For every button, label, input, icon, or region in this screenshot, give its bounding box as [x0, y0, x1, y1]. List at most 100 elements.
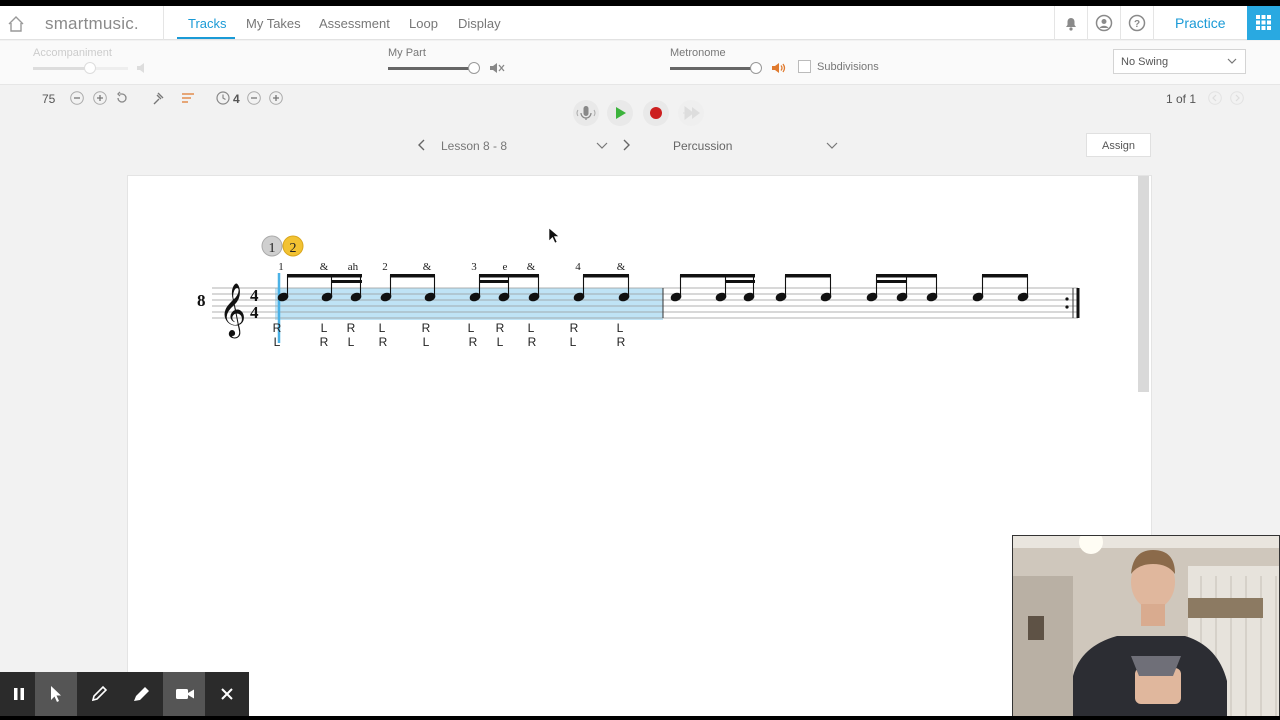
my-part-level	[388, 67, 474, 70]
sticking-label: R	[273, 321, 282, 335]
sticking-label: L	[570, 335, 577, 349]
clock-icon[interactable]	[216, 91, 230, 105]
accompaniment-knob[interactable]	[84, 62, 96, 74]
note-display-icon[interactable]	[181, 91, 195, 105]
highlighter-tool-button[interactable]	[120, 672, 162, 716]
sticking-label: R	[320, 335, 329, 349]
previous-lesson-icon[interactable]	[416, 139, 428, 151]
next-page-icon[interactable]	[1230, 91, 1244, 105]
sticking-label: L	[348, 335, 355, 349]
home-icon[interactable]	[7, 15, 25, 33]
sticking-label: L	[497, 335, 504, 349]
mixer-bar: Accompaniment My Part Metronome Subdivis…	[0, 41, 1280, 85]
pen-tool-button[interactable]	[78, 672, 120, 716]
sticking-label: R	[469, 335, 478, 349]
tempo-decrease-icon[interactable]	[70, 91, 84, 105]
my-part-label: My Part	[388, 47, 426, 59]
sticking-label: L	[528, 321, 535, 335]
tuner-fork-icon[interactable]	[151, 91, 165, 105]
count-label: &	[617, 261, 626, 273]
count-label: 4	[575, 261, 581, 273]
apps-grid-button[interactable]	[1247, 6, 1280, 40]
accompaniment-mute-icon[interactable]	[136, 61, 150, 75]
bottom-border	[0, 716, 1280, 720]
help-icon[interactable]: ?	[1128, 14, 1146, 32]
swing-select[interactable]: No Swing	[1113, 49, 1246, 74]
app-logo[interactable]: smartmusic.	[45, 14, 139, 34]
count-label: 3	[471, 261, 477, 273]
active-tab-indicator	[177, 37, 235, 39]
microphone-icon[interactable]	[571, 99, 601, 127]
camera-button[interactable]	[163, 672, 205, 716]
close-recording-button[interactable]	[206, 672, 248, 716]
sticking-label: L	[379, 321, 386, 335]
lesson-select[interactable]: Lesson 8 - 8	[437, 136, 609, 154]
sticking-label: L	[274, 335, 281, 349]
swing-select-value: No Swing	[1121, 56, 1169, 68]
app-frame: smartmusic. Tracks My Takes Assessment L…	[0, 0, 1280, 720]
marker-1-label: 1	[269, 241, 276, 256]
page-indicator: 1 of 1	[1166, 92, 1197, 106]
my-part-mute-icon[interactable]	[489, 61, 505, 75]
metronome-label: Metronome	[670, 47, 726, 59]
tab-assessment[interactable]: Assessment	[319, 16, 390, 31]
previous-page-icon[interactable]	[1208, 91, 1222, 105]
count-in-increase-icon[interactable]	[269, 91, 283, 105]
instrument-select[interactable]: Percussion	[668, 136, 841, 154]
marker-2-label: 2	[290, 241, 297, 256]
accompaniment-slider[interactable]	[33, 62, 128, 74]
divider	[1087, 6, 1088, 40]
subdivisions-checkbox[interactable]	[798, 60, 811, 73]
reset-tempo-icon[interactable]	[115, 91, 129, 105]
close-icon	[221, 688, 233, 700]
tab-my-takes[interactable]: My Takes	[246, 16, 301, 31]
lesson-title: Lesson 8 - 8	[441, 139, 508, 153]
recording-controls	[0, 672, 249, 716]
tab-display[interactable]: Display	[458, 16, 501, 31]
play-icon[interactable]	[605, 99, 635, 127]
tempo-increase-icon[interactable]	[93, 91, 107, 105]
bell-icon[interactable]	[1062, 14, 1080, 32]
record-icon[interactable]	[641, 99, 671, 127]
sticking-label: R	[379, 335, 388, 349]
count-label: 1	[278, 261, 284, 273]
divider	[1153, 6, 1154, 40]
my-part-knob[interactable]	[468, 62, 480, 74]
music-score[interactable]: 8 𝄞 4 4 1 2 1 & ah 2 & 3 e & 4 & R L R L…	[127, 175, 1152, 375]
user-icon[interactable]	[1095, 14, 1113, 32]
pointer-tool-button[interactable]	[35, 672, 77, 716]
metronome-knob[interactable]	[750, 62, 762, 74]
sticking-label: L	[468, 321, 475, 335]
practice-button[interactable]: Practice	[1175, 15, 1226, 31]
my-part-slider[interactable]	[388, 62, 480, 74]
sticking-label: R	[422, 321, 431, 335]
pointer-icon	[51, 686, 61, 702]
tempo-value[interactable]: 75	[42, 92, 55, 106]
count-label: e	[503, 261, 508, 273]
toolbar: 75 4 1 of 1	[0, 86, 1280, 112]
video-camera-icon	[176, 689, 194, 699]
metronome-slider[interactable]	[670, 62, 762, 74]
mouse-cursor-icon	[548, 227, 560, 244]
assign-button[interactable]: Assign	[1086, 133, 1151, 157]
sticking-label: R	[528, 335, 537, 349]
count-label: &	[320, 261, 329, 273]
sticking-label: L	[423, 335, 430, 349]
webcam-video	[1012, 535, 1280, 720]
apps-grid-icon	[1256, 15, 1271, 30]
divider	[1120, 6, 1121, 40]
tab-loop[interactable]: Loop	[409, 16, 438, 31]
next-lesson-icon[interactable]	[620, 139, 632, 151]
metronome-speaker-icon[interactable]	[771, 61, 787, 75]
repeat-dot	[1065, 297, 1069, 301]
metronome-level	[670, 67, 756, 70]
measure-highlight	[275, 288, 663, 320]
sticking-label: R	[617, 335, 626, 349]
subdivisions-label: Subdivisions	[817, 61, 879, 73]
tab-tracks[interactable]: Tracks	[188, 16, 227, 31]
count-in-decrease-icon[interactable]	[247, 91, 261, 105]
count-in-value[interactable]: 4	[233, 92, 240, 106]
repeat-dot	[1065, 305, 1069, 309]
playback-take-icon[interactable]	[676, 99, 706, 127]
treble-clef-icon: 𝄞	[219, 282, 246, 338]
